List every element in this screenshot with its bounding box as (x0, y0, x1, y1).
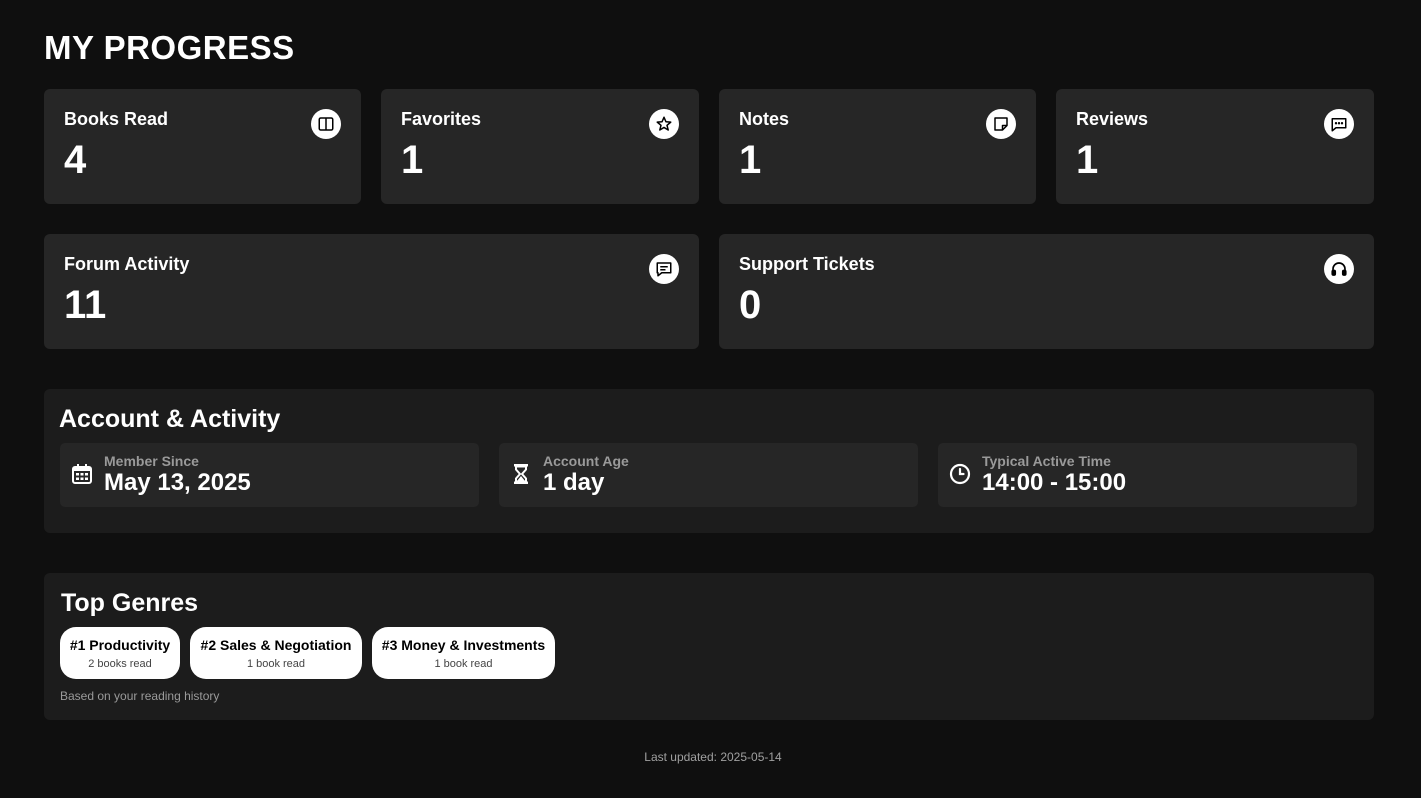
account-age-box: Account Age 1 day (499, 443, 918, 507)
account-age-label: Account Age (543, 453, 629, 469)
forum-chat-icon (649, 254, 679, 284)
top-genres-panel: Top Genres #1 Productivity 2 books read … (44, 573, 1374, 720)
stat-label: Notes (739, 109, 790, 129)
active-time-box: Typical Active Time 14:00 - 15:00 (938, 443, 1357, 507)
headset-icon (1324, 254, 1354, 284)
stat-card-support-tickets: Support Tickets 0 (719, 234, 1374, 349)
stat-card-favorites: Favorites 1 (381, 89, 699, 204)
calendar-icon (72, 464, 92, 484)
stat-value: 1 (401, 138, 424, 182)
genre-count: 1 book read (434, 658, 493, 670)
stat-value: 11 (64, 283, 107, 327)
stat-label: Books Read (64, 109, 169, 129)
genre-chip[interactable]: #2 Sales & Negotiation 1 book read (190, 627, 362, 679)
progress-page: MY PROGRESS Books Read 4 Favorites 1 Not… (0, 0, 1421, 798)
hourglass-icon (514, 464, 528, 484)
page-title: MY PROGRESS (44, 29, 295, 66)
stat-card-notes: Notes 1 (719, 89, 1036, 204)
active-time-label: Typical Active Time (982, 453, 1111, 469)
genre-name: #1 Productivity (69, 637, 171, 653)
stat-label: Support Tickets (739, 254, 875, 274)
genre-chip-list: #1 Productivity 2 books read #2 Sales & … (60, 627, 555, 679)
member-since-box: Member Since May 13, 2025 (60, 443, 479, 507)
stat-card-reviews: Reviews 1 (1056, 89, 1374, 204)
stat-value: 0 (739, 283, 762, 327)
account-activity-title: Account & Activity (59, 405, 281, 433)
member-since-label: Member Since (104, 453, 199, 469)
stat-label: Forum Activity (64, 254, 190, 274)
active-time-value: 14:00 - 15:00 (982, 469, 1127, 496)
stat-value: 1 (739, 138, 762, 182)
top-genres-title: Top Genres (61, 589, 199, 617)
note-icon (986, 109, 1016, 139)
member-since-value: May 13, 2025 (104, 469, 251, 496)
genre-name: #2 Sales & Negotiation (200, 637, 352, 653)
account-activity-panel: Account & Activity Member Since May 13, … (44, 389, 1374, 533)
stat-label: Reviews (1076, 109, 1149, 129)
book-open-icon (311, 109, 341, 139)
genre-chip[interactable]: #1 Productivity 2 books read (60, 627, 180, 679)
review-chat-icon (1324, 109, 1354, 139)
genres-note: Based on your reading history (60, 689, 220, 703)
stat-card-books-read: Books Read 4 (44, 89, 361, 204)
stat-label: Favorites (401, 109, 482, 129)
stat-card-forum-activity: Forum Activity 11 (44, 234, 699, 349)
star-icon (649, 109, 679, 139)
genre-chip[interactable]: #3 Money & Investments 1 book read (372, 627, 555, 679)
genre-count: 2 books read (88, 658, 152, 670)
account-age-value: 1 day (543, 469, 605, 496)
genre-name: #3 Money & Investments (381, 637, 546, 653)
last-updated: Last updated: 2025-05-14 (644, 750, 782, 764)
clock-icon (949, 463, 971, 485)
stat-value: 4 (64, 138, 87, 182)
genre-count: 1 book read (246, 658, 306, 670)
stat-value: 1 (1076, 138, 1099, 182)
